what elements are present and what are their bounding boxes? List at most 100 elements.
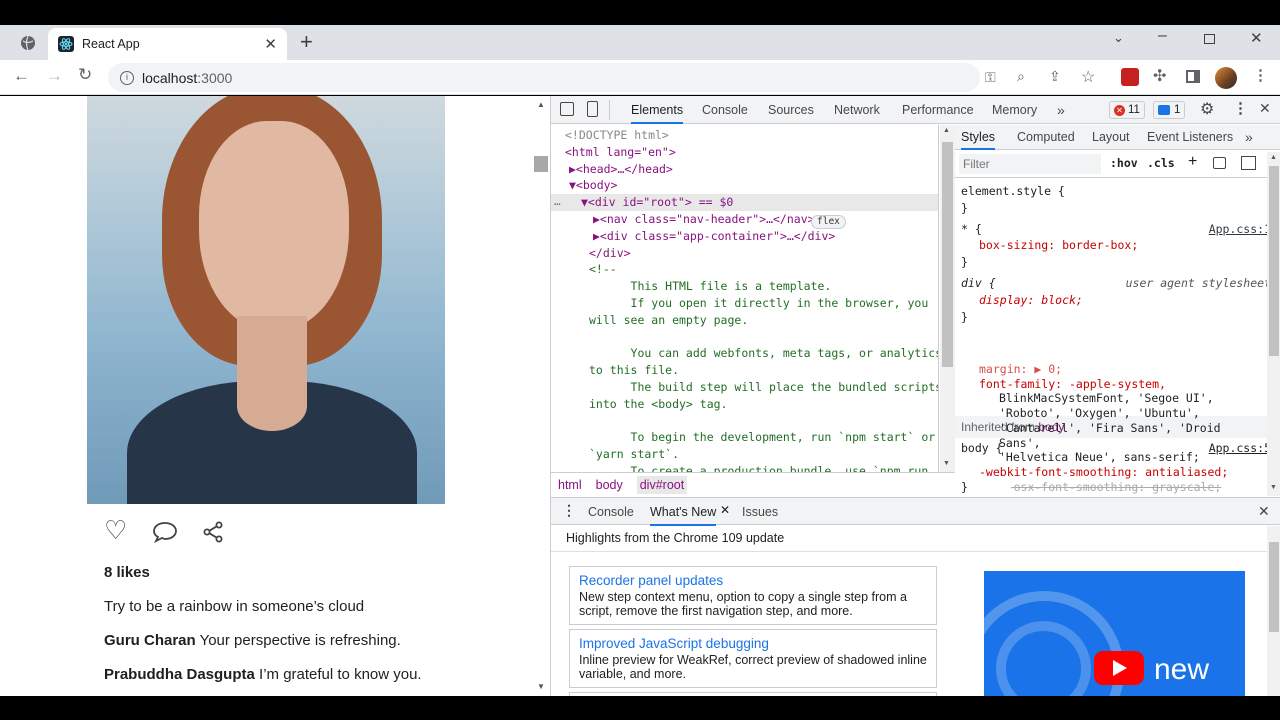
styles-scroll-up[interactable]: ▲: [1270, 154, 1277, 161]
avatar[interactable]: [1215, 67, 1237, 89]
dom-scroll-up[interactable]: ▲: [943, 127, 950, 134]
page-scrollbar[interactable]: ▲ ▼: [533, 96, 550, 696]
side-panel-icon[interactable]: [1186, 70, 1200, 83]
drawer-tab-console[interactable]: Console: [588, 498, 634, 526]
key-icon[interactable]: ⚿: [985, 69, 996, 86]
extension-icon[interactable]: [1121, 68, 1139, 86]
margin-decl[interactable]: margin: ▶ 0;: [961, 362, 1261, 377]
dom-scroll-down[interactable]: ▼: [943, 460, 950, 467]
dom-scrollbar-track[interactable]: ▲ ▼: [940, 125, 955, 472]
scroll-up-arrow[interactable]: ▲: [537, 100, 545, 109]
font-family-cont: 'Cantarell', 'Fira Sans', 'Droid Sans',: [999, 420, 1221, 450]
more-style-tabs-icon[interactable]: »: [1245, 125, 1253, 150]
tab-layout[interactable]: Layout: [1092, 125, 1130, 150]
box-sizing-decl[interactable]: box-sizing: border-box;: [961, 237, 1271, 254]
scroll-down-arrow[interactable]: ▼: [537, 682, 545, 691]
devtools-menu-icon[interactable]: ⋮: [1233, 99, 1248, 117]
webkit-smoothing-decl[interactable]: -webkit-font-smoothing: antialiased;: [961, 465, 1261, 480]
settings-gear-icon[interactable]: ⚙: [1200, 99, 1214, 119]
back-icon[interactable]: ←: [13, 66, 30, 86]
breadcrumb-root[interactable]: div#root: [636, 476, 688, 494]
drawer-menu-icon[interactable]: ⋮: [562, 502, 576, 519]
share-post-icon[interactable]: [202, 521, 224, 546]
close-whats-new-icon[interactable]: ✕: [720, 503, 730, 517]
drawer-tab-issues[interactable]: Issues: [742, 498, 778, 526]
comment-user[interactable]: Prabuddha Dasgupta: [104, 666, 255, 683]
star-rule: * {App.css:1: [961, 221, 1271, 238]
sidebar-toggle-icon[interactable]: [1241, 156, 1256, 170]
promo-video-thumbnail[interactable]: new: [984, 571, 1245, 696]
feature-card-recorder[interactable]: Recorder panel updates New step context …: [569, 566, 937, 625]
dom-node-line[interactable]: <!DOCTYPE html>: [565, 128, 669, 142]
browser-tab[interactable]: React App ✕: [48, 28, 287, 60]
bookmark-star-icon[interactable]: ☆: [1081, 67, 1095, 87]
address-bar[interactable]: i localhost:3000 ⚿ ⌕ ⇪ ☆: [108, 63, 1095, 92]
tab-performance[interactable]: Performance: [902, 96, 974, 124]
cls-toggle[interactable]: .cls: [1147, 156, 1175, 170]
dom-node-line[interactable]: ▶<nav class="nav-header">…</nav>: [593, 212, 815, 226]
tab-elements[interactable]: Elements: [631, 96, 684, 124]
close-tab-icon[interactable]: ✕: [264, 35, 277, 53]
breadcrumb-html[interactable]: html: [558, 478, 582, 492]
star-source-link[interactable]: App.css:1: [1209, 221, 1271, 238]
new-rule-icon[interactable]: +: [1188, 153, 1197, 171]
styles-filter-input[interactable]: [959, 154, 1101, 174]
dom-node-line[interactable]: ▶<head>…</head>: [569, 162, 673, 176]
restore-icon[interactable]: [1204, 34, 1215, 44]
share-icon[interactable]: ⇪: [1049, 68, 1061, 85]
drawer-close-icon[interactable]: ✕: [1258, 503, 1270, 520]
breadcrumb-body[interactable]: body: [596, 478, 623, 492]
dom-node-line[interactable]: </div>: [589, 246, 631, 260]
minimize-icon[interactable]: –: [1158, 27, 1167, 45]
tab-console[interactable]: Console: [702, 96, 748, 124]
scroll-thumb[interactable]: [534, 156, 548, 172]
drawer-tab-whats-new[interactable]: What's New: [650, 498, 717, 526]
more-tabs-icon[interactable]: »: [1057, 96, 1065, 124]
dom-node-line[interactable]: <html lang="en">: [565, 145, 676, 159]
tab-styles[interactable]: Styles: [961, 125, 996, 150]
youtube-play-icon[interactable]: [1094, 651, 1144, 685]
dom-node-line[interactable]: ▼<body>: [569, 178, 617, 192]
zoom-icon[interactable]: ⌕: [1017, 68, 1025, 85]
inspect-element-icon[interactable]: [560, 102, 574, 116]
styles-scrollbar[interactable]: ▲ ▼: [1267, 152, 1280, 496]
hov-toggle[interactable]: :hov: [1110, 156, 1138, 170]
devtools-close-icon[interactable]: ✕: [1259, 100, 1271, 117]
feature-title[interactable]: Improved JavaScript debugging: [579, 636, 927, 651]
tab-sources[interactable]: Sources: [768, 96, 814, 124]
dom-node-line[interactable]: ▼<div id="root"> == $0: [581, 195, 733, 209]
comment-user[interactable]: Guru Charan: [104, 632, 196, 649]
styles-scroll-thumb[interactable]: [1269, 166, 1279, 356]
drawer-scrollbar[interactable]: [1267, 526, 1280, 696]
tab-search-icon[interactable]: ⌄: [1113, 30, 1124, 46]
info-icon[interactable]: i: [120, 70, 134, 85]
forward-icon[interactable]: →: [46, 66, 63, 86]
menu-kebab-icon[interactable]: ⋮: [1253, 66, 1268, 84]
globe-icon[interactable]: [18, 33, 38, 53]
font-family-decl[interactable]: font-family: -apple-system,: [961, 377, 1261, 392]
like-heart-icon[interactable]: ♡: [104, 517, 127, 543]
tab-network[interactable]: Network: [834, 96, 880, 124]
display-decl[interactable]: display: block;: [961, 292, 1271, 309]
styles-scroll-down[interactable]: ▼: [1270, 484, 1277, 491]
flex-badge[interactable]: flex: [811, 215, 846, 229]
reload-icon[interactable]: ↻: [78, 65, 92, 85]
computed-styles-icon[interactable]: [1213, 157, 1226, 169]
tab-event-listeners[interactable]: Event Listeners: [1147, 125, 1233, 150]
dom-scroll-thumb[interactable]: [942, 142, 953, 367]
dom-node-line[interactable]: ▶<div class="app-container">…</div>: [593, 229, 835, 243]
feature-card-debugging[interactable]: Improved JavaScript debugging Inline pre…: [569, 629, 937, 688]
device-toolbar-icon[interactable]: [587, 101, 598, 117]
drawer-scroll-thumb[interactable]: [1269, 542, 1279, 632]
tab-memory[interactable]: Memory: [992, 96, 1037, 124]
window-close-icon[interactable]: ✕: [1250, 29, 1263, 47]
puzzle-icon[interactable]: ✣: [1153, 66, 1166, 86]
comment-icon[interactable]: [152, 521, 178, 546]
error-counter[interactable]: ✕ 11: [1109, 101, 1145, 119]
node-ellipsis[interactable]: …: [554, 195, 561, 208]
tab-computed[interactable]: Computed: [1017, 125, 1075, 150]
feature-title[interactable]: Recorder panel updates: [579, 573, 927, 588]
tab-title: React App: [82, 37, 140, 51]
message-counter[interactable]: 1: [1153, 101, 1186, 119]
new-tab-icon[interactable]: +: [300, 29, 313, 55]
